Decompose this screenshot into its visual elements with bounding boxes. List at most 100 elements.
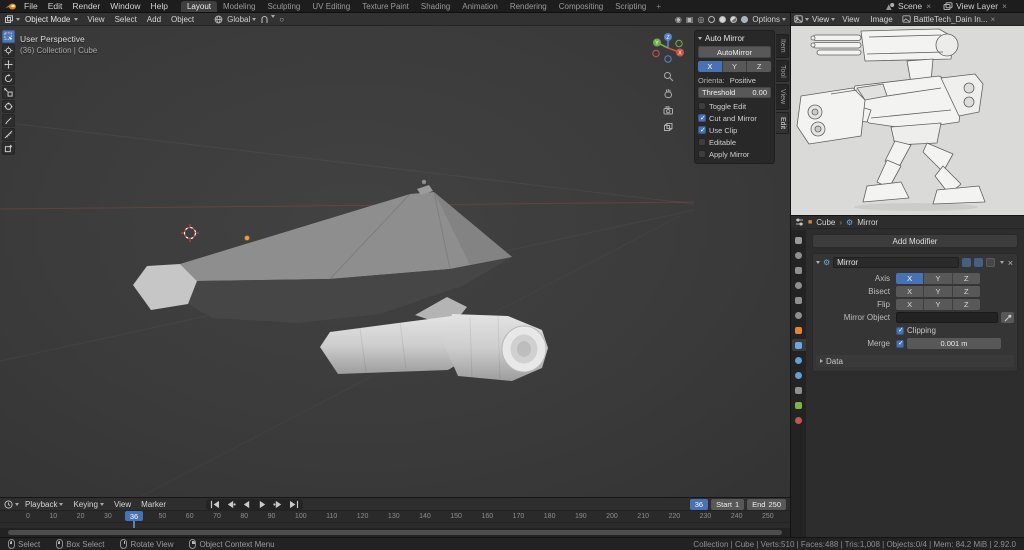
tool-move[interactable] [2, 58, 15, 71]
properties-tab-physics[interactable] [792, 369, 806, 381]
tool-add-cube[interactable] [2, 142, 15, 155]
scene-selector[interactable]: Scene × [885, 1, 931, 11]
properties-tab-output[interactable] [792, 264, 806, 276]
sidebar-tab-edit[interactable]: Edit [776, 111, 789, 134]
properties-tab-constraints[interactable] [792, 384, 806, 396]
mirror-axis-y-button[interactable]: Y [924, 273, 953, 284]
properties-tab-material[interactable] [792, 414, 806, 426]
option-editable[interactable]: Editable [698, 137, 771, 147]
axis-z-button[interactable]: Z [747, 61, 772, 72]
properties-tab-world[interactable] [792, 309, 806, 321]
menu-file[interactable]: File [19, 1, 43, 11]
flip-z-button[interactable]: Z [952, 299, 980, 310]
shading-solid-icon[interactable] [719, 15, 727, 23]
previous-keyframe-button[interactable] [223, 499, 238, 510]
viewport-menu-select[interactable]: Select [111, 15, 141, 24]
modifier-extras-icon[interactable] [999, 261, 1004, 264]
jump-to-end-button[interactable] [287, 499, 302, 510]
gizmo-toggle-icon[interactable]: ◉ [675, 15, 682, 24]
timeline-ruler[interactable]: 0102030405060708090100110120130140150160… [0, 511, 790, 523]
viewport-menu-object[interactable]: Object [167, 15, 198, 24]
collapse-icon[interactable] [816, 261, 820, 264]
clipping-checkbox[interactable] [896, 326, 904, 335]
view-layer-selector[interactable]: View Layer × [943, 1, 1007, 11]
mirror-axis-z-button[interactable]: Z [952, 273, 980, 284]
timeline-menu-playback[interactable]: Playback [21, 500, 67, 509]
play-reverse-button[interactable] [239, 499, 254, 510]
sidebar-tab-view[interactable]: View [776, 84, 789, 110]
xray-toggle-icon[interactable]: ◎ [697, 15, 704, 24]
tool-rotate[interactable] [2, 72, 15, 85]
mode-dropdown[interactable]: Object Mode [22, 15, 81, 24]
playhead-frame-label[interactable]: 36 [125, 511, 143, 521]
axis-y-button[interactable]: Y [722, 61, 748, 72]
timeline-menu-marker[interactable]: Marker [137, 500, 170, 509]
editor-type-icon[interactable] [4, 499, 19, 509]
merge-value-slider[interactable]: 0.001 m [907, 338, 1001, 349]
workspace-tab-rendering[interactable]: Rendering [504, 1, 553, 12]
properties-tab-particles[interactable] [792, 354, 806, 366]
checkbox-cut-and-mirror[interactable] [698, 114, 706, 122]
play-button[interactable] [255, 499, 270, 510]
image-mode-dropdown[interactable]: View [812, 15, 836, 24]
image-unlink-icon[interactable]: × [990, 15, 995, 24]
option-toggle-edit[interactable]: Toggle Edit [698, 101, 771, 111]
option-cut-and-mirror[interactable]: Cut and Mirror [698, 113, 771, 123]
properties-tab-tool[interactable] [792, 234, 806, 246]
checkbox-toggle-edit[interactable] [698, 102, 706, 110]
workspace-tab-scripting[interactable]: Scripting [609, 1, 652, 12]
shading-rendered-icon[interactable] [741, 15, 749, 23]
mirror-axis-x-button[interactable]: X [896, 273, 925, 284]
viewport-menu-add[interactable]: Add [143, 15, 165, 24]
modifier-delete-icon[interactable]: × [1007, 258, 1014, 268]
zoom-icon[interactable] [662, 70, 675, 83]
bisect-z-button[interactable]: Z [952, 286, 980, 297]
menu-window[interactable]: Window [105, 1, 145, 11]
options-dropdown[interactable]: Options [752, 15, 786, 24]
workspace-tab-texture-paint[interactable]: Texture Paint [356, 1, 415, 12]
tool-transform[interactable] [2, 100, 15, 113]
image-menu-view[interactable]: View [838, 15, 863, 24]
viewport-canvas[interactable]: User Perspective (36) Collection | Cube [0, 26, 790, 497]
checkbox-editable[interactable] [698, 138, 706, 146]
sidebar-tab-tool[interactable]: Tool [776, 59, 789, 83]
tool-select-box[interactable] [2, 30, 15, 43]
properties-tab-object[interactable] [792, 324, 806, 336]
workspace-tab-modeling[interactable]: Modeling [217, 1, 261, 12]
orientation-value[interactable]: Positive [730, 76, 756, 85]
edit-mode-toggle-icon[interactable] [961, 258, 971, 267]
image-menu-image[interactable]: Image [866, 15, 896, 24]
panel-header-auto-mirror[interactable]: Auto Mirror [698, 34, 771, 43]
menu-help[interactable]: Help [145, 1, 172, 11]
current-frame-field[interactable]: 36 [689, 498, 709, 510]
next-keyframe-button[interactable] [271, 499, 286, 510]
perspective-toggle-icon[interactable] [662, 121, 675, 134]
workspace-tab-animation[interactable]: Animation [456, 1, 504, 12]
navigation-gizmo[interactable]: Z X Y [650, 30, 686, 66]
render-toggle-icon[interactable] [985, 258, 995, 267]
workspace-tab-uv-editing[interactable]: UV Editing [306, 1, 356, 12]
editor-type-icon[interactable] [795, 218, 804, 226]
editor-type-icon[interactable] [4, 14, 20, 24]
sidebar-tab-item[interactable]: Item [776, 34, 789, 58]
shading-material-icon[interactable] [730, 15, 738, 23]
eyedropper-icon[interactable] [1001, 312, 1014, 323]
option-apply-mirror[interactable]: Apply Mirror [698, 149, 771, 159]
timeline-menu-keying[interactable]: Keying [69, 500, 107, 509]
checkbox-apply-mirror[interactable] [698, 150, 706, 158]
modifier-name-field[interactable]: Mirror [833, 257, 959, 268]
option-use-clip[interactable]: Use Clip [698, 125, 771, 135]
view-layer-unlink-icon[interactable]: × [1002, 1, 1007, 11]
camera-view-icon[interactable] [662, 104, 675, 117]
timeline-menu-view[interactable]: View [110, 500, 135, 509]
image-editor-canvas[interactable] [791, 26, 1024, 215]
menu-render[interactable]: Render [67, 1, 105, 11]
start-frame-field[interactable]: Start 1 [711, 498, 745, 510]
tool-measure[interactable] [2, 128, 15, 141]
merge-checkbox[interactable] [896, 339, 904, 348]
jump-to-start-button[interactable] [207, 499, 222, 510]
menu-edit[interactable]: Edit [43, 1, 68, 11]
end-frame-field[interactable]: End 250 [747, 498, 786, 510]
add-modifier-button[interactable]: Add Modifier [812, 234, 1018, 248]
properties-tab-scene[interactable] [792, 294, 806, 306]
